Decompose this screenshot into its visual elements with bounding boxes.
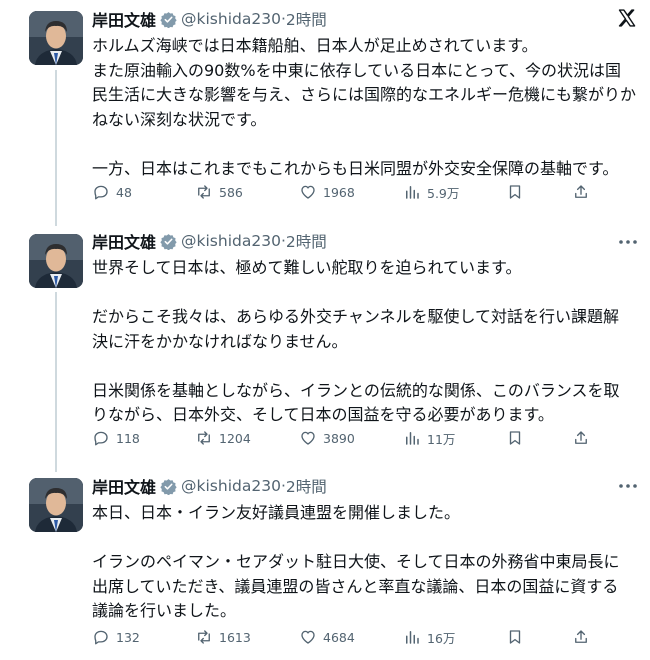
repost-count: 1613 bbox=[219, 629, 251, 645]
bookmark-button[interactable] bbox=[506, 628, 524, 646]
repost-button[interactable]: 1204 bbox=[195, 429, 251, 447]
views-button[interactable]: 5.9万 bbox=[403, 183, 459, 202]
like-button[interactable]: 1968 bbox=[299, 183, 355, 201]
share-button[interactable] bbox=[572, 183, 590, 201]
tweet-text-line: イランのペイマン・セアダット駐日大使、そして日本の外務省中東局長に bbox=[92, 552, 620, 571]
reply-count: 48 bbox=[116, 184, 132, 200]
view-count: 16万 bbox=[427, 630, 456, 646]
avatar[interactable] bbox=[29, 11, 83, 65]
tweet-text-line: ねない深刻な状況です。 bbox=[92, 109, 267, 129]
author-handle[interactable]: @kishida230 bbox=[181, 232, 281, 250]
tweet-text-line: 日米関係を基軸としながら、イランとの伝統的な関係、このバランスを取 bbox=[92, 380, 620, 400]
tweet-text-line: りながら、日本外交、そして日本の国益を守る必要があります。 bbox=[92, 405, 554, 424]
tweet-text-line: 決に汗をかかなければなりません。 bbox=[92, 331, 348, 351]
tweet-text-line: 一方、日本はこれまでもこれからも日米同盟が外交安全保障の基軸です。 bbox=[92, 158, 619, 178]
tweet-text: 本日、日本・イラン友好議員連盟を開催しました。 イランのペイマン・セアダット駐日… bbox=[92, 501, 637, 624]
like-button[interactable]: 4684 bbox=[299, 628, 355, 646]
tweet-header: 岸田文雄 @kishida230 · 2時間 bbox=[92, 230, 327, 252]
tweet-text-line: 世界そして日本は、極めて難しい舵取りを迫られています。 bbox=[92, 258, 522, 277]
author-name[interactable]: 岸田文雄 bbox=[92, 474, 156, 498]
tweet-header: 岸田文雄 @kishida230 · 2時間 bbox=[92, 475, 327, 497]
tweet[interactable]: 岸田文雄 @kishida230 · 2時間 世界そして日本は、極めて難しい舵取… bbox=[0, 226, 650, 472]
verified-badge-icon bbox=[160, 11, 177, 28]
verified-badge-icon bbox=[160, 478, 177, 495]
tweet-header: 岸田文雄 @kishida230 · 2時間 bbox=[92, 8, 327, 30]
reply-button[interactable]: 132 bbox=[92, 628, 140, 646]
views-button[interactable]: 11万 bbox=[403, 429, 455, 448]
tweet-text: ホルムズ海峡では日本籍船舶、日本人が足止めされています。 また原油輸入の90数%… bbox=[92, 34, 637, 181]
avatar[interactable] bbox=[29, 478, 83, 532]
share-button[interactable] bbox=[572, 429, 590, 447]
view-count: 11万 bbox=[427, 431, 456, 447]
tweet[interactable]: 岸田文雄 @kishida230 · 2時間 本日、日本・イラン友好議員連盟を開… bbox=[0, 472, 650, 660]
reply-icon bbox=[94, 185, 108, 200]
repost-icon bbox=[198, 185, 210, 199]
like-button[interactable]: 3890 bbox=[299, 429, 355, 447]
heart-icon bbox=[301, 630, 315, 644]
view-count: 5.9万 bbox=[427, 185, 460, 201]
analytics-icon bbox=[406, 631, 419, 644]
action-bar: 118 1204 3890 11万 bbox=[92, 427, 612, 449]
tweet-text-line: ホルムズ海峡では日本籍船舶、日本人が足止めされています。 bbox=[92, 36, 538, 55]
heart-icon bbox=[301, 185, 315, 199]
heart-icon bbox=[301, 431, 315, 445]
reply-count: 118 bbox=[116, 430, 140, 446]
share-icon bbox=[575, 431, 587, 444]
tweet-text-line: 出席していただき、議員連盟の皆さんと率直な議論、日本の国益に資する bbox=[92, 576, 619, 596]
tweet-text: 世界そして日本は、極めて難しい舵取りを迫られています。 だからこそ我々は、あらゆ… bbox=[92, 256, 637, 428]
tweet-text-line: また原油輸入の90数%を中東に依存している日本にとって、今の状況は国 bbox=[92, 60, 622, 80]
verified-badge-icon bbox=[160, 233, 177, 250]
repost-count: 1204 bbox=[219, 430, 251, 446]
timestamp[interactable]: 2時間 bbox=[286, 8, 327, 30]
bookmark-icon bbox=[509, 185, 521, 199]
repost-button[interactable]: 1613 bbox=[195, 628, 251, 646]
tweet-text-line: 本日、日本・イラン友好議員連盟を開催しました。 bbox=[92, 503, 461, 522]
tweet-text-line: 民生活に大きな影響を与え、さらには国際的なエネルギー危機にも繋がりか bbox=[92, 85, 637, 104]
action-bar: 48 586 1968 5.9万 bbox=[92, 181, 612, 203]
action-bar: 132 1613 4684 16万 bbox=[92, 626, 612, 648]
repost-count: 586 bbox=[219, 184, 243, 200]
more-options-icon[interactable] bbox=[618, 483, 638, 489]
share-icon bbox=[575, 185, 587, 198]
author-name[interactable]: 岸田文雄 bbox=[92, 229, 156, 253]
analytics-icon bbox=[406, 432, 419, 445]
author-handle[interactable]: @kishida230 bbox=[181, 477, 281, 495]
share-button[interactable] bbox=[572, 628, 590, 646]
like-count: 1968 bbox=[323, 184, 355, 200]
repost-icon bbox=[198, 431, 210, 445]
bookmark-button[interactable] bbox=[506, 183, 524, 201]
reply-button[interactable]: 48 bbox=[92, 183, 132, 201]
author-handle[interactable]: @kishida230 bbox=[181, 10, 281, 28]
like-count: 4684 bbox=[323, 629, 355, 645]
tweet-text-line: 議論を行いました。 bbox=[92, 601, 237, 620]
timestamp[interactable]: 2時間 bbox=[286, 230, 327, 252]
tweet-text-line: だからこそ我々は、あらゆる外交チャンネルを駆使して対話を行い課題解 bbox=[92, 307, 620, 326]
repost-button[interactable]: 586 bbox=[195, 183, 243, 201]
reply-count: 132 bbox=[116, 629, 140, 645]
tweet[interactable]: 岸田文雄 @kishida230 · 2時間 ホルムズ海峡では日本籍船舶、日本人… bbox=[0, 0, 650, 226]
views-button[interactable]: 16万 bbox=[403, 628, 455, 647]
share-icon bbox=[575, 630, 587, 643]
avatar[interactable] bbox=[29, 234, 83, 288]
bookmark-icon bbox=[509, 431, 521, 445]
like-count: 3890 bbox=[323, 430, 355, 446]
reply-icon bbox=[94, 630, 108, 645]
timestamp[interactable]: 2時間 bbox=[286, 475, 327, 497]
more-options-icon[interactable] bbox=[618, 239, 638, 245]
bookmark-button[interactable] bbox=[506, 429, 524, 447]
reply-button[interactable]: 118 bbox=[92, 429, 140, 447]
reply-icon bbox=[94, 431, 108, 446]
analytics-icon bbox=[406, 186, 419, 199]
repost-icon bbox=[198, 630, 210, 644]
bookmark-icon bbox=[509, 630, 521, 644]
author-name[interactable]: 岸田文雄 bbox=[92, 7, 156, 31]
